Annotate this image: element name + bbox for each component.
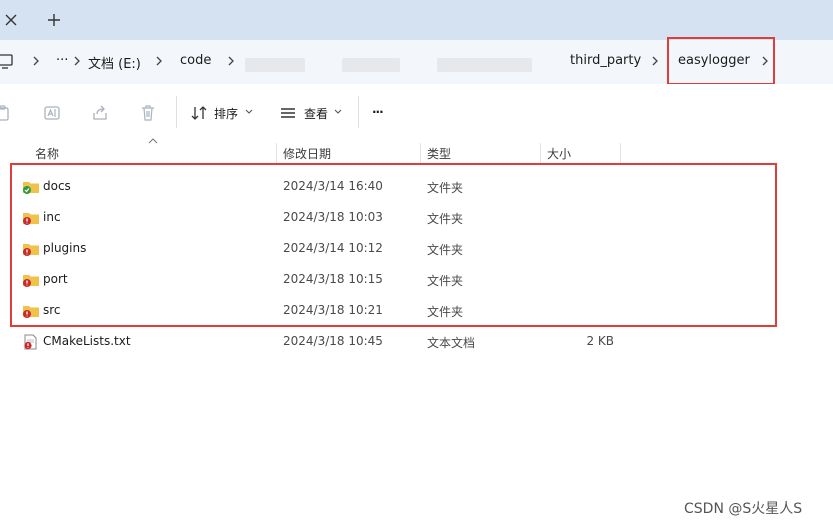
- text-file-error-icon: [24, 334, 37, 350]
- highlight-box-breadcrumb: [667, 37, 775, 85]
- redacted-path: [342, 58, 400, 72]
- rename-icon[interactable]: [43, 104, 61, 122]
- command-bar: 排序 查看 ···: [0, 84, 833, 140]
- chevron-down-icon[interactable]: [245, 109, 253, 115]
- chevron-right-icon[interactable]: [154, 55, 164, 67]
- column-header-type[interactable]: 类型: [427, 143, 451, 165]
- sort-ascending-icon: [148, 138, 158, 144]
- file-name[interactable]: CMakeLists.txt: [43, 334, 131, 348]
- file-row[interactable]: CMakeLists.txt 2024/3/18 10:45 文本文档 2 KB: [14, 328, 774, 356]
- file-type: 文本文档: [427, 336, 476, 350]
- column-divider[interactable]: [540, 143, 541, 165]
- toolbar-divider: [176, 96, 177, 128]
- column-divider[interactable]: [620, 143, 621, 165]
- chevron-down-icon[interactable]: [334, 109, 342, 115]
- file-date: 2024/3/18 10:45: [283, 334, 383, 348]
- column-header-size[interactable]: 大小: [547, 143, 571, 165]
- highlight-box-folders: [10, 163, 777, 327]
- watermark: CSDN @S火星人S: [684, 501, 803, 517]
- column-divider[interactable]: [420, 143, 421, 165]
- column-header-name[interactable]: 名称: [35, 143, 59, 165]
- column-header-modified[interactable]: 修改日期: [283, 143, 331, 165]
- file-size: 2 KB: [586, 334, 614, 348]
- view-icon[interactable]: [279, 104, 297, 122]
- breadcrumb-more[interactable]: ···: [56, 53, 68, 68]
- chevron-right-icon[interactable]: [31, 55, 41, 67]
- redacted-path: [437, 58, 532, 72]
- sort-button[interactable]: 排序: [214, 105, 238, 122]
- delete-icon[interactable]: [139, 104, 157, 122]
- close-tab-icon[interactable]: [2, 11, 20, 29]
- breadcrumb-drive[interactable]: 文档 (E:): [88, 53, 141, 72]
- this-pc-icon[interactable]: [0, 53, 14, 69]
- breadcrumb-third-party[interactable]: third_party: [570, 53, 641, 68]
- column-divider[interactable]: [276, 143, 277, 165]
- more-options-button[interactable]: ···: [372, 105, 384, 119]
- chevron-right-icon[interactable]: [226, 55, 236, 67]
- tab-strip: [0, 0, 833, 40]
- view-button[interactable]: 查看: [304, 105, 328, 122]
- sort-icon[interactable]: [190, 104, 208, 122]
- chevron-right-icon[interactable]: [72, 55, 82, 67]
- paste-icon[interactable]: [0, 104, 12, 122]
- redacted-path: [245, 58, 305, 72]
- new-tab-icon[interactable]: [45, 11, 63, 29]
- share-icon[interactable]: [91, 104, 109, 122]
- toolbar-divider: [358, 96, 359, 128]
- chevron-right-icon[interactable]: [650, 55, 660, 67]
- breadcrumb-code[interactable]: code: [180, 53, 211, 68]
